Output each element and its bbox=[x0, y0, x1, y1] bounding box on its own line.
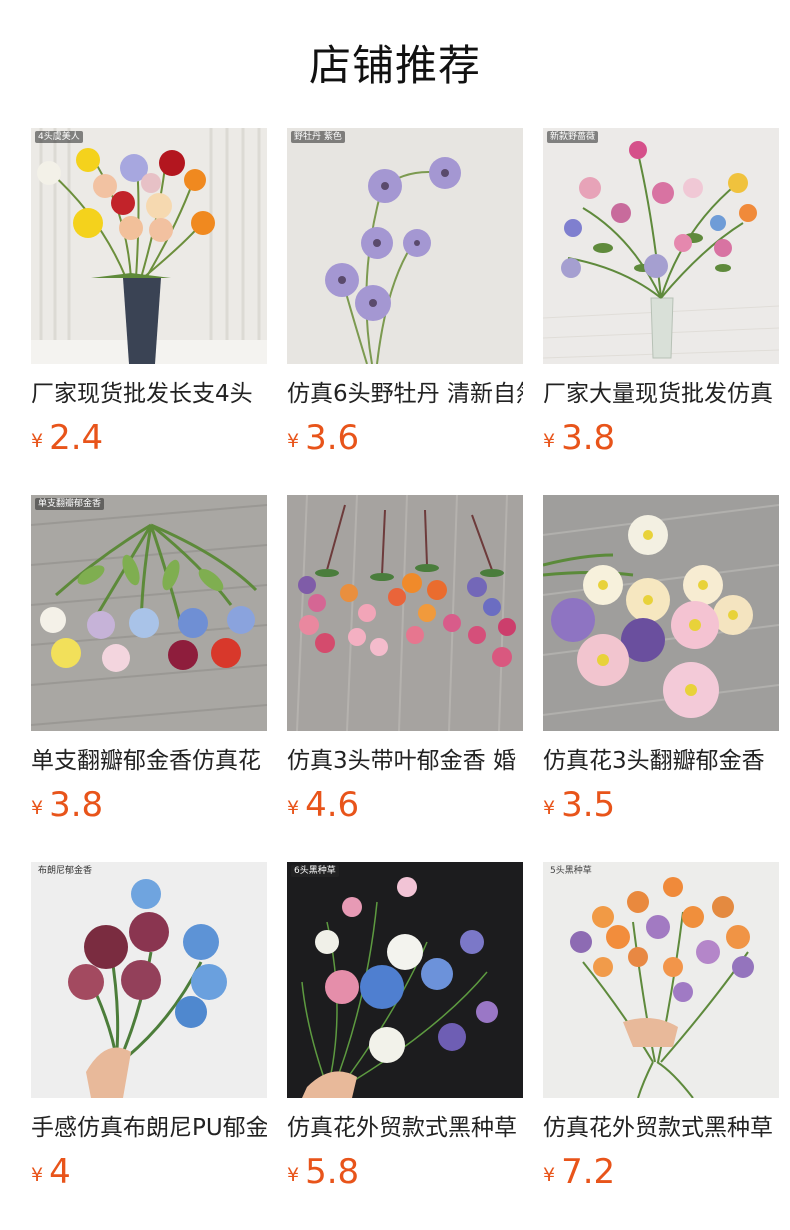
product-price: ¥5.8 bbox=[287, 1152, 359, 1192]
product-name[interactable]: 仿真花外贸款式黑种草 bbox=[543, 1112, 779, 1144]
store-recommendation-page: 店铺推荐 4头虞美人 厂家现货批发长支4头 ¥ 2.4 野牡丹 紫色 仿真6头野… bbox=[0, 0, 790, 1230]
product-card[interactable]: 新款野蔷薇 厂家大量现货批发仿真 ¥3.8 bbox=[543, 128, 779, 468]
product-image[interactable] bbox=[287, 495, 523, 731]
currency-symbol: ¥ bbox=[31, 430, 44, 452]
product-price: ¥3.8 bbox=[31, 785, 103, 825]
product-price: ¥2.4 bbox=[31, 418, 103, 458]
image-tag: 新款野蔷薇 bbox=[547, 131, 599, 143]
price-value: 2.4 bbox=[49, 418, 104, 458]
product-name[interactable]: 厂家现货批发长支4头 bbox=[31, 378, 267, 410]
product-card[interactable]: 布朗尼郁金香 手感仿真布朗尼PU郁金 ¥4 bbox=[31, 862, 267, 1202]
currency-symbol: ¥ bbox=[543, 1164, 556, 1186]
product-name[interactable]: 仿真花3头翻瓣郁金香 bbox=[543, 745, 779, 777]
image-tag: 5头黑种草 bbox=[550, 866, 592, 876]
product-card[interactable]: 4头虞美人 厂家现货批发长支4头 ¥2.4 bbox=[31, 128, 267, 468]
price-value: 4.6 bbox=[305, 785, 360, 825]
currency-symbol: ¥ bbox=[287, 1164, 300, 1186]
product-price: ¥3.6 bbox=[287, 418, 359, 458]
product-image[interactable]: 单支翻瓣郁金香 bbox=[31, 495, 267, 731]
price-value: 5.8 bbox=[305, 1152, 360, 1192]
product-name[interactable]: 手感仿真布朗尼PU郁金 bbox=[31, 1112, 267, 1144]
product-card[interactable]: 仿真花3头翻瓣郁金香 ¥3.5 bbox=[543, 495, 779, 835]
image-tag: 4头虞美人 bbox=[35, 131, 83, 143]
image-tag: 6头黑种草 bbox=[291, 865, 339, 877]
product-card[interactable]: 野牡丹 紫色 仿真6头野牡丹 清新自然 ¥3.6 bbox=[287, 128, 523, 468]
product-card[interactable]: 6头黑种草 仿真花外贸款式黑种草 ¥5.8 bbox=[287, 862, 523, 1202]
product-name[interactable]: 单支翻瓣郁金香仿真花 bbox=[31, 745, 267, 777]
price-value: 3.5 bbox=[561, 785, 616, 825]
product-image[interactable]: 新款野蔷薇 bbox=[543, 128, 779, 364]
product-card[interactable]: 单支翻瓣郁金香 单支翻瓣郁金香仿真花 ¥3.8 bbox=[31, 495, 267, 835]
image-tag: 野牡丹 紫色 bbox=[291, 131, 345, 143]
product-price: ¥4 bbox=[31, 1152, 71, 1192]
product-image[interactable]: 4头虞美人 bbox=[31, 128, 267, 364]
product-price: ¥3.8 bbox=[543, 418, 615, 458]
product-price: ¥4.6 bbox=[287, 785, 359, 825]
product-name[interactable]: 仿真3头带叶郁金香 婚 bbox=[287, 745, 523, 777]
product-name[interactable]: 仿真6头野牡丹 清新自然 bbox=[287, 378, 523, 410]
price-value: 3.8 bbox=[49, 785, 104, 825]
currency-symbol: ¥ bbox=[31, 797, 44, 819]
image-tag: 布朗尼郁金香 bbox=[38, 866, 93, 876]
currency-symbol: ¥ bbox=[287, 430, 300, 452]
image-tag: 单支翻瓣郁金香 bbox=[35, 498, 105, 510]
currency-symbol: ¥ bbox=[543, 430, 556, 452]
product-card[interactable]: 5头黑种草 仿真花外贸款式黑种草 ¥7.2 bbox=[543, 862, 779, 1202]
product-name[interactable]: 厂家大量现货批发仿真 bbox=[543, 378, 779, 410]
currency-symbol: ¥ bbox=[543, 797, 556, 819]
currency-symbol: ¥ bbox=[31, 1164, 44, 1186]
product-card[interactable]: 仿真3头带叶郁金香 婚 ¥4.6 bbox=[287, 495, 523, 835]
product-image[interactable]: 5头黑种草 bbox=[543, 862, 779, 1098]
product-image[interactable]: 布朗尼郁金香 bbox=[31, 862, 267, 1098]
product-price: ¥3.5 bbox=[543, 785, 615, 825]
currency-symbol: ¥ bbox=[287, 797, 300, 819]
price-value: 3.6 bbox=[305, 418, 360, 458]
product-image[interactable]: 6头黑种草 bbox=[287, 862, 523, 1098]
product-image[interactable]: 野牡丹 紫色 bbox=[287, 128, 523, 364]
price-value: 4 bbox=[49, 1152, 71, 1192]
product-price: ¥7.2 bbox=[543, 1152, 615, 1192]
price-value: 7.2 bbox=[561, 1152, 616, 1192]
price-value: 3.8 bbox=[561, 418, 616, 458]
product-image[interactable] bbox=[543, 495, 779, 731]
page-title: 店铺推荐 bbox=[308, 41, 481, 90]
product-name[interactable]: 仿真花外贸款式黑种草 bbox=[287, 1112, 523, 1144]
